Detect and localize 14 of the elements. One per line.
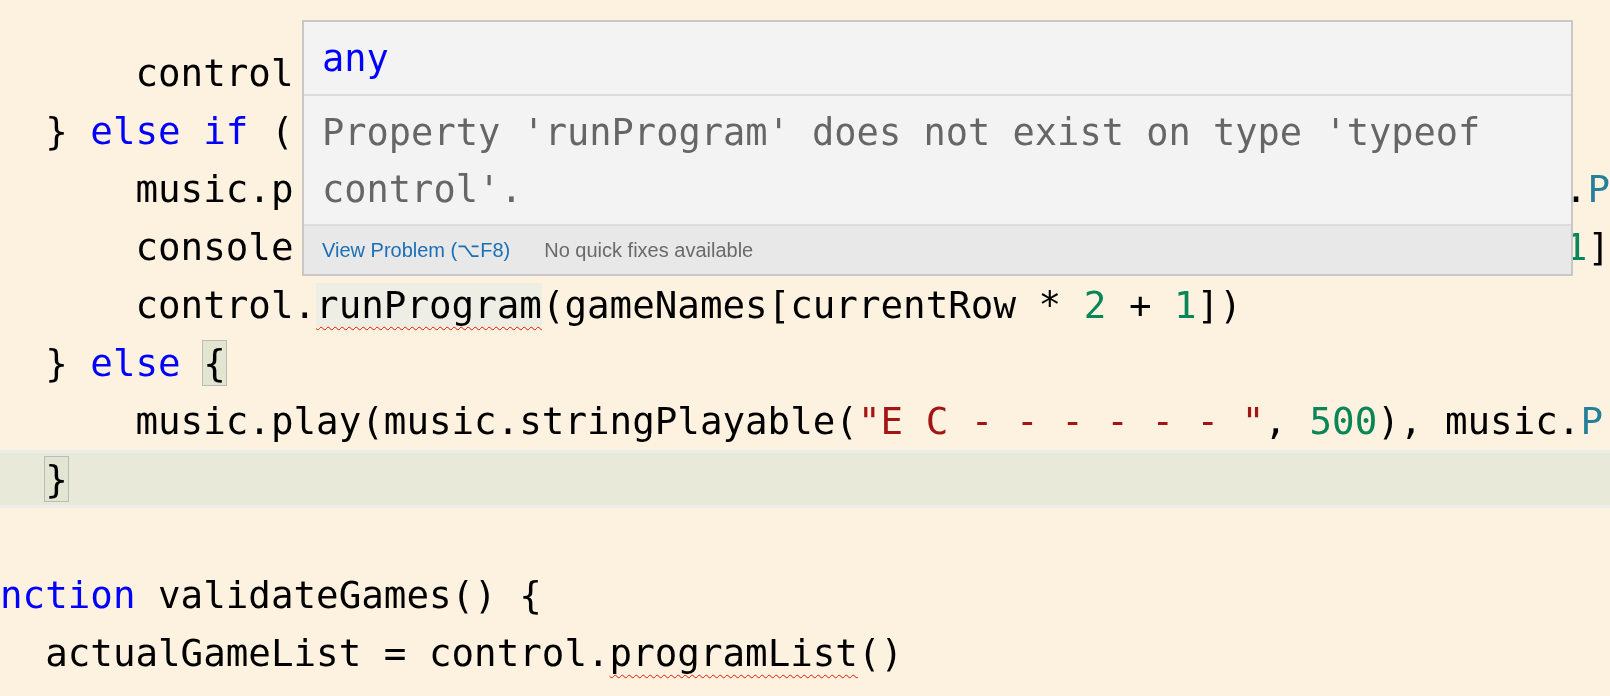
code-line: control [134,51,294,95]
code-line: } else { [44,341,226,385]
code-line: music.p [134,167,294,211]
code-line: } else if ( [44,109,294,153]
code-line: music.play(music.stringPlayable("E C - - - - - - ", 500), music.P [134,399,1603,443]
code-line: control.runProgram(gameNames[currentRow * 2 + 1]) [134,283,1242,327]
code-fragment: .P [1564,167,1610,211]
quick-fix-note: No quick fixes available [544,238,754,262]
view-problem-link[interactable]: View Problem (⌥F8) [322,238,511,262]
code-line: actualGameList = control.programList() [44,631,904,675]
code-line: nction validateGames() { [0,573,542,617]
error-message: Property 'runProgram' does not exist on type 'typeof control'. [322,111,1481,211]
code-line: console [134,225,294,269]
type-signature: any [322,36,389,80]
